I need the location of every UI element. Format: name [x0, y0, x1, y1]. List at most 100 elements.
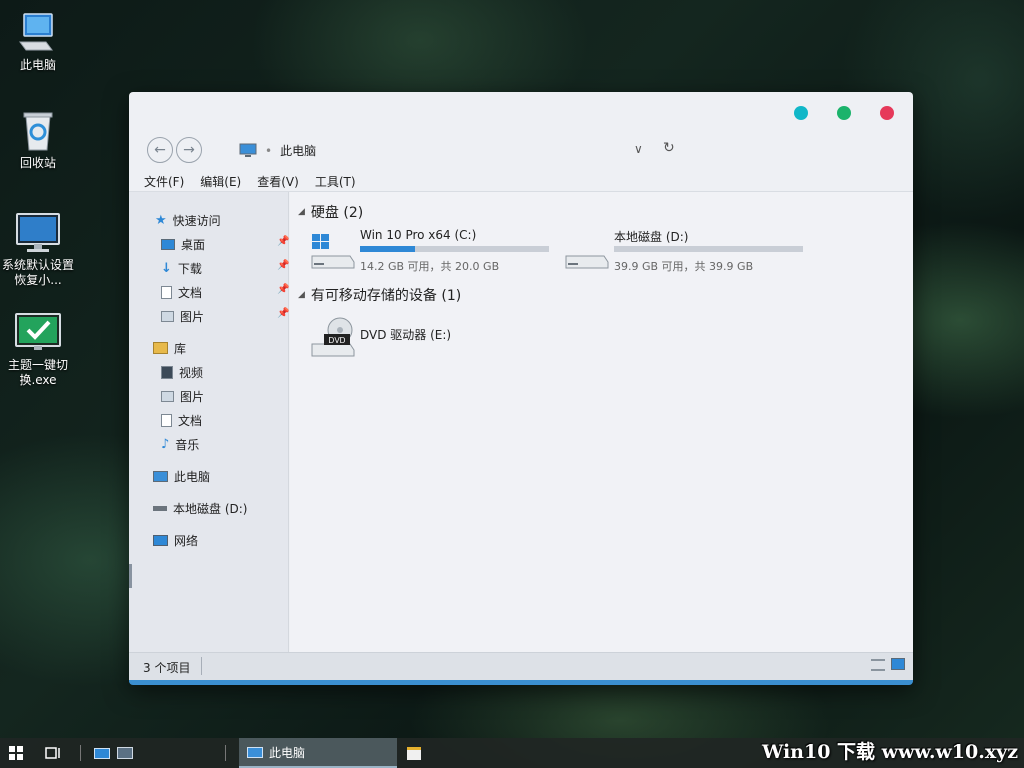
sidebar-item-pictures[interactable]: 图片 📌 [161, 306, 291, 326]
sidebar-item-label: 音乐 [175, 437, 200, 452]
back-button[interactable]: ← [147, 137, 173, 163]
drive-info: 39.9 GB 可用，共 39.9 GB [614, 260, 754, 273]
drive-c[interactable]: Win 10 Pro x64 (C:) 14.2 GB 可用，共 20.0 GB [310, 228, 570, 276]
menu-edit[interactable]: 编辑(E) [195, 170, 246, 191]
drive-e-dvd[interactable]: DVD DVD 驱动器 (E:) [310, 316, 510, 364]
pin-icon[interactable]: 📌 [277, 236, 289, 247]
file-explorer-window: ← → • 此电脑 ∨ ↻ 文件(F) 编辑(E) 查看(V) 工具(T) ★ … [129, 92, 913, 685]
drive-d[interactable]: 本地磁盘 (D:) 39.9 GB 可用，共 39.9 GB [564, 228, 824, 276]
sidebar-item-label: 网络 [174, 533, 199, 548]
sidebar-item-lib-pictures[interactable]: 图片 [161, 386, 204, 406]
sidebar-item-label: 快速访问 [172, 213, 221, 228]
breadcrumb-location: 此电脑 [280, 144, 317, 158]
dvd-drive-icon: DVD [311, 317, 355, 357]
video-icon [161, 365, 173, 379]
network-icon [153, 534, 168, 546]
menu-view[interactable]: 查看(V) [252, 170, 304, 191]
desktop-icon-label: 回收站 [19, 156, 56, 170]
group-title: 有可移动存储的设备 (1) [310, 288, 462, 304]
pin-icon[interactable]: 📌 [277, 308, 289, 319]
maximize-button[interactable] [837, 106, 851, 120]
selection-indicator [129, 564, 132, 588]
sidebar-item-label: 此电脑 [174, 469, 211, 484]
monitor-icon [16, 213, 60, 252]
start-button[interactable] [8, 738, 30, 768]
taskbar-app-this-pc[interactable]: 此电脑 [239, 738, 397, 768]
sidebar-item-label: 桌面 [181, 237, 206, 252]
sidebar-item-this-pc[interactable]: 此电脑 [153, 466, 210, 486]
close-button[interactable] [880, 106, 894, 120]
watermark-text: Win10 下载 www.w10.xyz [761, 741, 1018, 763]
navigation-pane: ★ 快速访问 桌面 📌 ↓ 下载 📌 文档 📌 图片 📌 库 视频 图片 文档 … [129, 192, 289, 652]
taskbar-app-label: 此电脑 [269, 745, 306, 760]
picture-icon [161, 390, 174, 402]
show-desktop-button[interactable] [94, 738, 112, 768]
sidebar-item-label: 图片 [180, 309, 205, 324]
drive-info: 14.2 GB 可用，共 20.0 GB [360, 260, 500, 273]
item-count: 3 个项目 [143, 661, 191, 675]
window-switch-icon [117, 747, 133, 759]
store-icon [407, 746, 421, 760]
library-icon [153, 342, 168, 354]
menu-bar: 文件(F) 编辑(E) 查看(V) 工具(T) [129, 170, 913, 192]
desktop-icon-label: 主题一键切换.exe [7, 358, 68, 387]
group-header-hard-disks[interactable]: ◢ 硬盘 (2) [298, 202, 363, 222]
document-icon [161, 413, 172, 427]
menu-tools[interactable]: 工具(T) [310, 170, 361, 191]
windows-drive-icon [311, 234, 355, 269]
drive-usage-bar [360, 246, 549, 252]
sidebar-item-documents[interactable]: 文档 📌 [161, 282, 291, 302]
computer-icon [153, 470, 168, 482]
minimize-button[interactable] [794, 106, 808, 120]
menu-file[interactable]: 文件(F) [139, 170, 189, 191]
desktop-icon-label: 系统默认设置恢复小... [1, 258, 74, 287]
taskbar: 此电脑 Win10 下载 www.w10.xyz [0, 738, 1024, 768]
breadcrumb-separator: • [265, 143, 273, 158]
drive-usage-bar [614, 246, 803, 252]
desktop-icon-recycle-bin[interactable]: 回收站 [0, 110, 76, 171]
large-icons-view-icon[interactable] [891, 658, 905, 670]
sidebar-item-label: 文档 [178, 413, 203, 428]
pin-icon[interactable]: 📌 [277, 260, 289, 271]
sidebar-item-downloads[interactable]: ↓ 下载 📌 [161, 258, 291, 278]
sidebar-item-videos[interactable]: 视频 [161, 362, 203, 382]
download-icon: ↓ [161, 260, 172, 276]
desktop-icon-this-pc[interactable]: 此电脑 [0, 12, 76, 73]
desktop-icon-theme-switch[interactable]: 主题一键切换.exe [0, 312, 76, 388]
pin-icon[interactable]: 📌 [277, 284, 289, 295]
sidebar-item-label: 视频 [179, 365, 204, 380]
store-button[interactable] [407, 738, 425, 768]
sidebar-item-desktop[interactable]: 桌面 📌 [161, 234, 291, 254]
group-header-removable[interactable]: ◢ 有可移动存储的设备 (1) [298, 285, 461, 305]
desktop-icon [94, 747, 110, 759]
address-dropdown-icon[interactable]: ∨ [634, 142, 643, 156]
music-icon: ♪ [161, 436, 170, 452]
refresh-icon[interactable]: ↻ [663, 140, 675, 156]
drive-icon [565, 255, 609, 269]
task-view-button[interactable] [44, 738, 66, 768]
sidebar-item-label: 下载 [177, 261, 202, 276]
forward-button[interactable]: → [176, 137, 202, 163]
quick-launch-button[interactable] [117, 738, 135, 768]
sidebar-item-label: 库 [174, 341, 187, 356]
dvd-badge: DVD [329, 336, 346, 345]
sidebar-item-quick-access[interactable]: ★ 快速访问 [155, 210, 221, 230]
breadcrumb[interactable]: • 此电脑 [239, 142, 316, 159]
sidebar-item-label: 文档 [178, 285, 203, 300]
computer-icon [19, 13, 53, 51]
details-view-icon[interactable] [871, 659, 885, 671]
sidebar-item-network[interactable]: 网络 [153, 530, 198, 550]
sidebar-item-lib-documents[interactable]: 文档 [161, 410, 202, 430]
title-bar [129, 92, 913, 134]
group-title: 硬盘 (2) [310, 205, 364, 221]
sidebar-item-label: 本地磁盘 (D:) [173, 501, 248, 516]
sidebar-item-music[interactable]: ♪ 音乐 [161, 434, 199, 454]
document-icon [161, 285, 172, 299]
sidebar-item-label: 图片 [180, 389, 205, 404]
desktop-icon-restore-settings[interactable]: 系统默认设置恢复小... [0, 212, 76, 288]
status-bar: 3 个项目 [129, 652, 913, 680]
windows-logo-icon [9, 746, 23, 760]
sidebar-item-libraries[interactable]: 库 [153, 338, 186, 358]
drive-name: DVD 驱动器 (E:) [360, 328, 452, 342]
sidebar-item-local-disk-d[interactable]: 本地磁盘 (D:) [153, 498, 247, 518]
